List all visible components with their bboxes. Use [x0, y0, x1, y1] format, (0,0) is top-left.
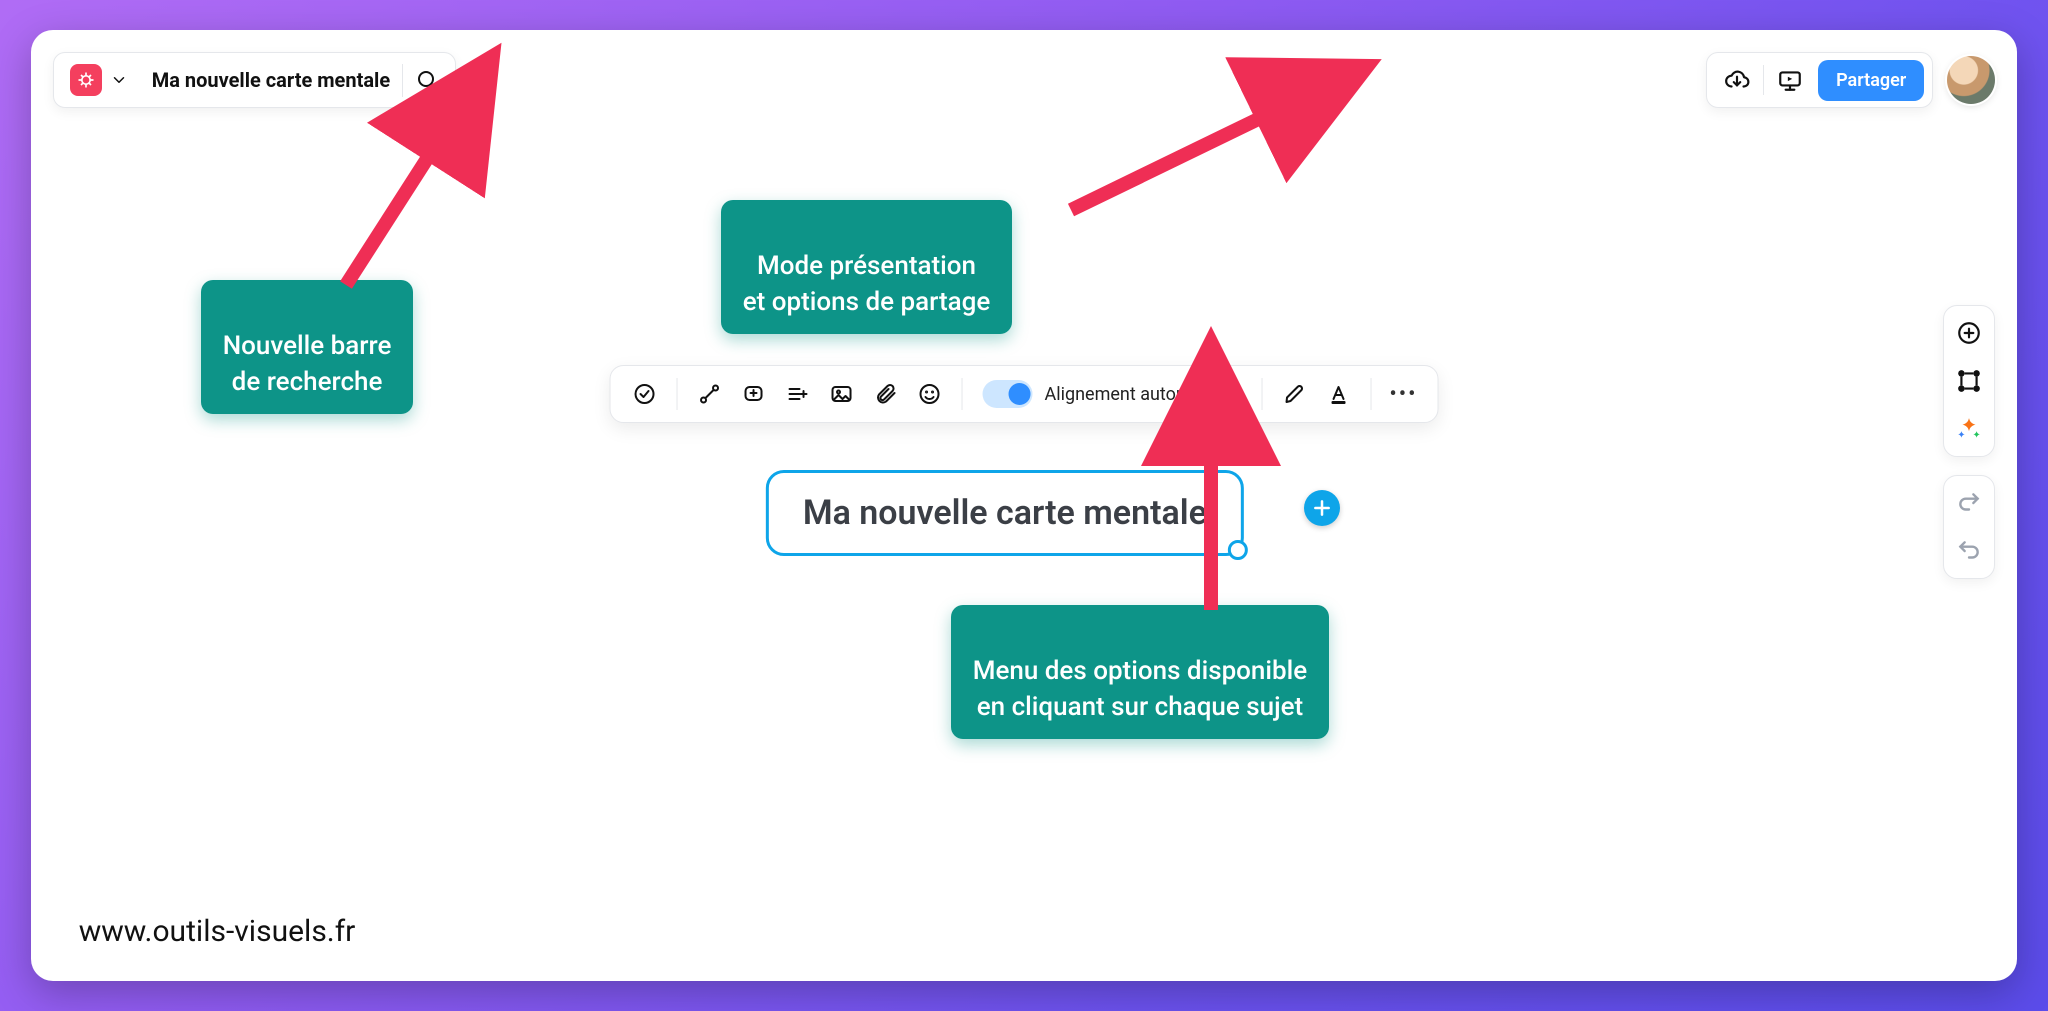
image-button[interactable]: [822, 374, 862, 414]
search-button[interactable]: [403, 53, 451, 107]
chevron-down-icon: [110, 71, 128, 89]
divider: [677, 378, 678, 410]
connection-icon: [698, 382, 722, 406]
callout-share: Mode présentation et options de partage: [721, 200, 1013, 333]
document-title-text: Ma nouvelle carte mentale: [152, 68, 390, 92]
undo-button[interactable]: [1952, 534, 1986, 568]
callout-options: Menu des options disponible en cliquant …: [951, 605, 1329, 738]
arrow-to-search: [336, 115, 476, 299]
download-button[interactable]: [1715, 58, 1759, 102]
style-button[interactable]: [1274, 374, 1314, 414]
share-button-label: Partager: [1836, 70, 1906, 91]
auto-align-toggle[interactable]: Alignement automatique: [975, 380, 1250, 408]
callout-search-text: Nouvelle barre de recherche: [223, 331, 392, 396]
divider: [1763, 65, 1764, 95]
app-canvas: Ma nouvelle carte mentale Partager: [31, 30, 2018, 980]
paperclip-icon: [874, 382, 898, 406]
callout-search: Nouvelle barre de recherche: [201, 280, 414, 413]
callout-share-text: Mode présentation et options de partage: [743, 251, 991, 316]
document-title[interactable]: Ma nouvelle carte mentale: [140, 53, 402, 107]
auto-align-label: Alignement automatique: [1045, 384, 1242, 405]
app-logo-icon: [70, 64, 102, 96]
check-circle-icon: [633, 382, 657, 406]
sparkle-icon: [1956, 416, 1982, 442]
add-topic-button[interactable]: [1952, 316, 1986, 350]
actions-pill: Partager: [1706, 52, 1933, 108]
cloud-download-icon: [1724, 67, 1750, 93]
root-node[interactable]: Ma nouvelle carte mentale: [766, 470, 1244, 556]
callout-options-text: Menu des options disponible en cliquant …: [973, 656, 1307, 721]
list-button[interactable]: [778, 374, 818, 414]
structure-icon: [1956, 368, 1982, 394]
divider: [1370, 378, 1371, 410]
add-child-button[interactable]: [1304, 490, 1340, 526]
theme-button[interactable]: [1952, 412, 1986, 446]
title-bar: Ma nouvelle carte mentale: [53, 52, 456, 108]
plus-icon: [1312, 498, 1332, 518]
arrow-to-share: [1061, 90, 1311, 224]
attachment-button[interactable]: [866, 374, 906, 414]
user-avatar[interactable]: [1947, 56, 1995, 104]
side-rail: [1943, 305, 1995, 579]
undo-icon: [1956, 538, 1982, 564]
divider: [1261, 378, 1262, 410]
structure-button[interactable]: [1952, 364, 1986, 398]
text-color-icon: [1326, 382, 1350, 406]
ellipsis-icon: •••: [1389, 382, 1417, 407]
emoji-button[interactable]: [910, 374, 950, 414]
redo-button[interactable]: [1952, 486, 1986, 520]
root-node-text: Ma nouvelle carte mentale: [803, 493, 1207, 533]
image-icon: [830, 382, 854, 406]
paint-icon: [1282, 382, 1306, 406]
watermark: www.outils-visuels.fr: [65, 908, 370, 955]
presentation-button[interactable]: [1768, 58, 1812, 102]
divider: [962, 378, 963, 410]
relationship-button[interactable]: [690, 374, 730, 414]
node-toolbar: Alignement automatique •••: [610, 365, 1439, 423]
side-rail-history: [1943, 475, 1995, 579]
toggle-switch-icon: [983, 380, 1033, 408]
redo-icon: [1956, 490, 1982, 516]
search-icon: [415, 68, 439, 92]
header-actions: Partager: [1706, 52, 1995, 108]
note-button[interactable]: [734, 374, 774, 414]
presentation-icon: [1777, 67, 1803, 93]
app-logo-button[interactable]: [58, 53, 140, 107]
list-plus-icon: [786, 382, 810, 406]
share-button[interactable]: Partager: [1818, 60, 1924, 101]
watermark-text: www.outils-visuels.fr: [79, 914, 356, 949]
side-rail-tools: [1943, 305, 1995, 457]
task-button[interactable]: [625, 374, 665, 414]
emoji-icon: [918, 382, 942, 406]
plus-circle-icon: [1956, 320, 1982, 346]
note-plus-icon: [742, 382, 766, 406]
text-color-button[interactable]: [1318, 374, 1358, 414]
more-options-button[interactable]: •••: [1383, 374, 1423, 414]
